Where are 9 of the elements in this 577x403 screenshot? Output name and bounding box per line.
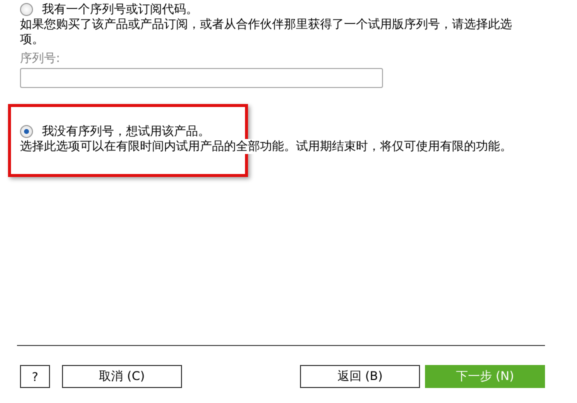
- radio-button[interactable]: [20, 124, 33, 138]
- back-button[interactable]: 返回 (B): [300, 365, 420, 388]
- option-label: 我有一个序列号或订阅代码。: [42, 0, 198, 18]
- serial-number-field[interactable]: [20, 68, 383, 88]
- field-label: 序列号:: [20, 51, 62, 66]
- cancel-button[interactable]: 取消 (C): [62, 365, 182, 388]
- radio-button[interactable]: [20, 2, 33, 16]
- option-label: 我没有序列号，想试用该产品。: [42, 122, 210, 140]
- help-button[interactable]: ?: [20, 365, 50, 388]
